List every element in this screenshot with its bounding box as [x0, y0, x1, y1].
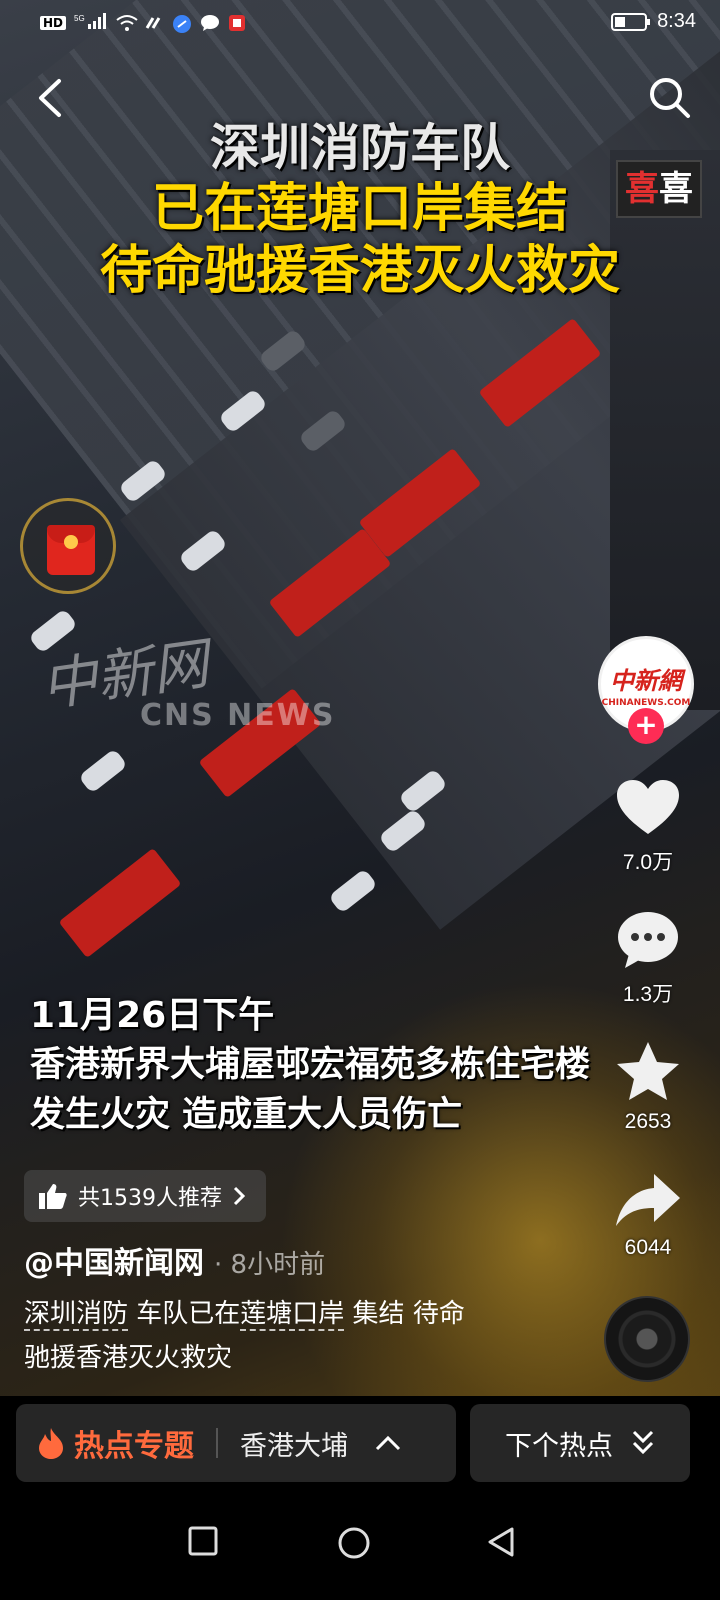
- signal-icon: 5G: [74, 12, 108, 34]
- video-fire-truck: [58, 847, 182, 959]
- recents-button[interactable]: [188, 1526, 218, 1560]
- double-chevron-down-icon: [632, 1430, 654, 1455]
- like-count: 7.0万: [622, 851, 674, 874]
- favorite-button[interactable]: 2653: [598, 1040, 698, 1134]
- video-headline: 深圳消防车队 已在莲塘口岸集结 待命驰援香港灭火救灾: [0, 118, 720, 303]
- triangle-back-icon: [488, 1527, 514, 1557]
- recommend-label: 共1539人推荐: [78, 1186, 222, 1211]
- caption-line-3: 发生火灾 造成重大人员伤亡: [30, 1095, 463, 1135]
- hashtag-keyword[interactable]: 深圳消防: [24, 1299, 129, 1331]
- headline-line-1: 深圳消防车队: [210, 119, 510, 177]
- comment-icon: [618, 912, 678, 968]
- red-envelope-icon: [47, 525, 95, 575]
- recommend-pill[interactable]: 共1539人推荐: [24, 1170, 266, 1222]
- hot-topic-title: 热点专题: [74, 1429, 194, 1464]
- avatar-logo-en: CHINANEWS.COM: [601, 697, 691, 708]
- caption-line-1: 11月26日下午: [30, 995, 275, 1036]
- author-row: @中国新闻网 · 8小时前: [24, 1238, 325, 1282]
- clock: 8:34: [657, 10, 696, 32]
- post-time: · 8小时前: [214, 1250, 326, 1280]
- hot-topic-button[interactable]: 热点专题 香港大埔: [16, 1404, 456, 1482]
- message-icon: [200, 14, 220, 32]
- hd-badge: HD: [40, 16, 67, 30]
- heart-icon: [617, 780, 679, 834]
- wifi-icon: [116, 14, 138, 32]
- square-icon: [188, 1526, 218, 1556]
- thumbs-up-icon: [39, 1184, 67, 1209]
- share-arrow-icon: [616, 1174, 680, 1226]
- system-back-button[interactable]: [486, 1526, 518, 1562]
- music-disc-icon[interactable]: [604, 1296, 690, 1382]
- chevron-right-icon: [233, 1186, 246, 1206]
- next-hot-label: 下个热点: [505, 1430, 613, 1462]
- svg-text:5G: 5G: [74, 14, 85, 23]
- divider: [216, 1428, 218, 1458]
- hashtag-keyword[interactable]: 莲塘口岸: [240, 1299, 345, 1331]
- home-button[interactable]: [337, 1526, 371, 1564]
- status-bar: HD 5G 8:34: [0, 0, 720, 48]
- system-nav-bar: [0, 1496, 720, 1600]
- app-notification-icon: [172, 14, 192, 33]
- star-icon: [617, 1042, 679, 1100]
- like-button[interactable]: 7.0万: [598, 778, 698, 876]
- video-caption: 11月26日下午 香港新界大埔屋邨宏福苑多栋住宅楼 发生火灾 造成重大人员伤亡: [30, 992, 590, 1140]
- hot-topic-bar: 热点专题 香港大埔 下个热点: [0, 1396, 720, 1496]
- share-button[interactable]: 6044: [598, 1172, 698, 1260]
- search-icon: [650, 78, 690, 118]
- avatar-logo-cn: 中新網: [610, 665, 682, 695]
- comment-button[interactable]: 1.3万: [598, 910, 698, 1008]
- follow-button[interactable]: +: [628, 708, 664, 744]
- news-app-icon: [228, 14, 248, 32]
- headline-line-3: 待命驰援香港灭火救灾: [99, 241, 620, 302]
- comment-count: 1.3万: [622, 983, 674, 1006]
- caption-line-2: 香港新界大埔屋邨宏福苑多栋住宅楼: [30, 1045, 591, 1085]
- post-description[interactable]: 深圳消防 车队已在莲塘口岸 集结 待命 驰援香港灭火救灾: [24, 1292, 584, 1380]
- headline-line-2: 已在莲塘口岸集结: [151, 179, 568, 239]
- share-count: 6044: [624, 1236, 672, 1259]
- red-packet-button[interactable]: [20, 498, 116, 594]
- favorite-count: 2653: [624, 1110, 672, 1133]
- hot-topic-name: 香港大埔: [240, 1430, 348, 1462]
- video-car: [78, 748, 128, 794]
- watermark-text: CNS NEWS: [140, 698, 336, 733]
- flame-icon: [39, 1428, 63, 1459]
- video-car: [328, 868, 378, 914]
- chevron-left-icon: [39, 79, 61, 117]
- next-hot-button[interactable]: 下个热点: [470, 1404, 690, 1482]
- battery-icon: [611, 12, 651, 31]
- chevron-up-icon: [375, 1435, 401, 1451]
- circle-icon: [338, 1527, 370, 1559]
- link-icon: [144, 14, 164, 32]
- author-name[interactable]: @中国新闻网: [24, 1238, 204, 1282]
